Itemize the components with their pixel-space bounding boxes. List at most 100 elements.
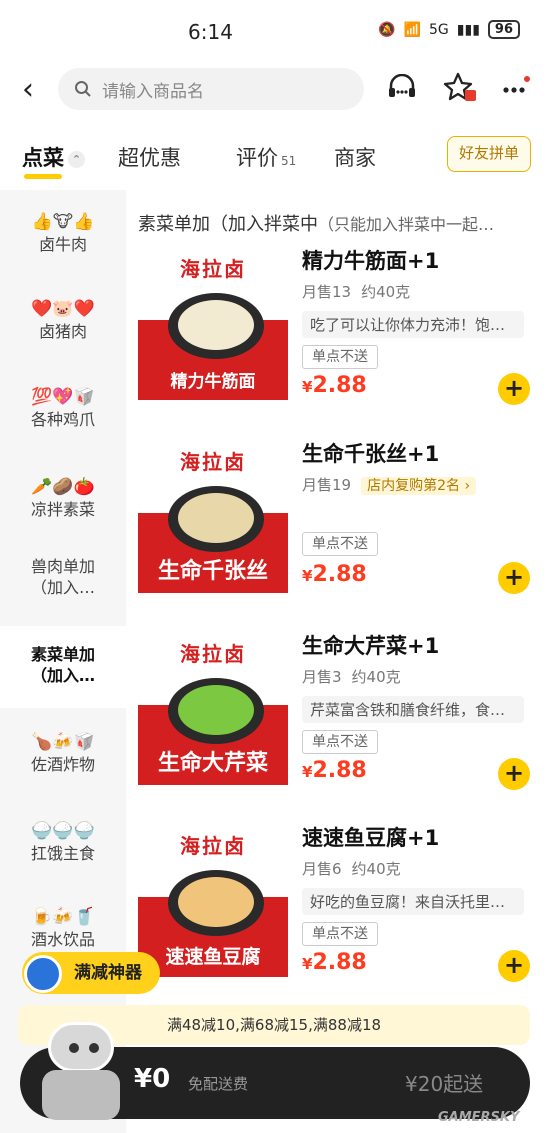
tab-order[interactable]: 点菜 ⌃: [22, 142, 85, 172]
product-card[interactable]: 海拉卤 速速鱼豆腐 速速鱼豆腐+1 月售6 约40克 好吃的鱼豆腐！来自沃托里… …: [126, 822, 550, 1012]
collapse-icon[interactable]: ⌃: [68, 150, 85, 168]
tab-active-indicator: [24, 174, 62, 179]
price-value: 2.88: [312, 758, 367, 783]
repurchase-rank-badge[interactable]: 店内复购第2名 ›: [361, 477, 477, 495]
sidebar-item-beef[interactable]: 👍🐮👍 卤牛肉: [0, 206, 126, 276]
product-meta: 月售13 约40克: [302, 281, 420, 302]
product-price: ¥2.88: [302, 562, 367, 587]
favorite-star-icon[interactable]: [442, 70, 478, 106]
no-delivery-tag: 单点不送: [302, 532, 378, 556]
tab-reviews-label: 评价: [236, 146, 278, 170]
product-price: ¥2.88: [302, 758, 367, 783]
product-card[interactable]: 海拉卤 精力牛筋面 精力牛筋面+1 月售13 约40克 吃了可以让你体力充沛！饱……: [126, 245, 550, 435]
add-to-cart-button[interactable]: +: [498, 562, 530, 594]
product-list: 素菜单加（加入拌菜中（只能加入拌菜中一起… 海拉卤 精力牛筋面 精力牛筋面+1 …: [126, 190, 550, 1133]
sidebar-label: 兽肉单加（加入…: [30, 557, 95, 597]
weight: 约40克: [351, 668, 401, 686]
product-name: 生命千张丝+1: [302, 442, 440, 466]
weight: 约40克: [361, 283, 411, 301]
product-description: 好吃的鱼豆腐！来自沃托里…: [302, 888, 524, 915]
robot-body: [42, 1070, 120, 1120]
product-price: ¥2.88: [302, 373, 367, 398]
sidebar-item-staple[interactable]: 🍚🍚🍚 扛饿主食: [0, 815, 126, 885]
product-description: 吃了可以让你体力充沛！饱…: [302, 311, 524, 338]
product-card[interactable]: 海拉卤 生命大芹菜 生命大芹菜+1 月售3 约40克 芹菜富含铁和膳食纤维，食… …: [126, 630, 550, 820]
sidebar-item-pork[interactable]: ❤️🐷❤️ 卤猪肉: [0, 293, 126, 363]
more-options-icon[interactable]: [497, 70, 533, 106]
product-image[interactable]: 海拉卤 生命大芹菜: [138, 630, 288, 785]
no-delivery-tag: 单点不送: [302, 345, 378, 369]
add-to-cart-button[interactable]: +: [498, 373, 530, 405]
sidebar-emoji: 👍🐮👍: [31, 212, 95, 232]
sidebar-item-cold-veg[interactable]: 🥕🥔🍅 凉拌素菜: [0, 471, 126, 541]
image-caption: 生命千张丝: [157, 559, 268, 584]
back-icon[interactable]: ‹: [22, 70, 52, 110]
cart-total: ¥0: [134, 1064, 171, 1094]
food-celery: [178, 685, 254, 735]
section-title-text: 素菜单加（加入拌菜中: [138, 214, 318, 235]
product-card[interactable]: 海拉卤 生命千张丝 生命千张丝+1 月售19 店内复购第2名 › 单点不送 ¥2.…: [126, 438, 550, 628]
sidebar-emoji: ❤️🐷❤️: [31, 299, 95, 319]
tab-deals[interactable]: 超优惠: [118, 142, 181, 172]
sidebar-label: 酒水饮品: [30, 930, 95, 949]
add-to-cart-button[interactable]: +: [498, 950, 530, 982]
customer-service-icon[interactable]: [384, 70, 420, 106]
product-image[interactable]: 海拉卤 精力牛筋面: [138, 245, 288, 400]
monthly-sales: 月售6: [302, 860, 342, 878]
wifi-icon: 📶: [403, 21, 422, 38]
price-value: 2.88: [312, 562, 367, 587]
sidebar-label: 各种鸡爪: [30, 410, 95, 429]
status-bar: 6:14 🔕 📶 5G ▮▮▮ 96: [0, 0, 550, 60]
watermark: GAMERSKY: [438, 1110, 520, 1125]
monthly-sales: 月售3: [302, 668, 342, 686]
food-tofu-strips: [178, 493, 254, 543]
sidebar-item-fried[interactable]: 🍗🍻🥡 佐酒炸物: [0, 726, 126, 796]
search-icon: [75, 81, 91, 97]
sidebar-label: 卤牛肉: [38, 235, 87, 254]
product-name: 精力牛筋面+1: [302, 249, 440, 273]
product-price: ¥2.88: [302, 950, 367, 975]
food-fish-tofu: [178, 877, 254, 927]
sidebar-label: 扛饿主食: [30, 844, 95, 863]
image-caption: 生命大芹菜: [157, 751, 268, 776]
tab-bar: 点菜 ⌃ 超优惠 评价 51 商家 好友拼单: [0, 130, 550, 186]
brand-logo-text: 海拉卤: [180, 257, 246, 281]
product-image[interactable]: 海拉卤 生命千张丝: [138, 438, 288, 593]
brand-logo-text: 海拉卤: [180, 450, 246, 474]
friend-order-button[interactable]: 好友拼单: [447, 136, 531, 172]
tab-reviews[interactable]: 评价 51: [236, 142, 296, 172]
food-noodles: [178, 300, 254, 350]
sidebar-label: 佐酒炸物: [30, 755, 95, 774]
product-image[interactable]: 海拉卤 速速鱼豆腐: [138, 822, 288, 977]
add-to-cart-button[interactable]: +: [498, 758, 530, 790]
sidebar-emoji: 🍺🍻🥤: [31, 907, 95, 927]
tab-merchant[interactable]: 商家: [334, 142, 376, 172]
image-caption: 速速鱼豆腐: [165, 946, 261, 968]
sidebar-item-chicken-feet[interactable]: 💯💖🥡 各种鸡爪: [0, 381, 126, 451]
search-input[interactable]: 请输入商品名: [58, 68, 364, 110]
brand-logo-text: 海拉卤: [180, 642, 246, 666]
price-value: 2.88: [312, 950, 367, 975]
tab-order-label: 点菜: [22, 146, 64, 170]
image-caption: 精力牛筋面: [170, 372, 256, 392]
battery-indicator: 96: [487, 20, 520, 39]
section-title: 素菜单加（加入拌菜中（只能加入拌菜中一起…: [138, 210, 538, 236]
price-value: 2.88: [312, 373, 367, 398]
sidebar-emoji: 🥕🥔🍅: [31, 477, 95, 497]
robot-mascot-icon: [24, 955, 62, 993]
monthly-sales: 月售13: [302, 283, 352, 301]
no-delivery-tag: 单点不送: [302, 730, 378, 754]
brand-logo-text: 海拉卤: [180, 834, 246, 858]
sidebar-emoji: 🍚🍚🍚: [31, 821, 95, 841]
sidebar-item-meat-addon[interactable]: 兽肉单加（加入…: [0, 556, 126, 620]
status-time: 6:14: [188, 20, 233, 44]
sidebar-item-veg-addon[interactable]: 素菜单加（加入…: [0, 626, 126, 708]
robot-head: [48, 1022, 114, 1072]
robot-eye: [69, 1043, 79, 1053]
status-icons: 🔕 📶 5G ▮▮▮ 96: [378, 20, 520, 39]
product-name: 生命大芹菜+1: [302, 634, 440, 658]
cart-robot-icon[interactable]: [38, 1022, 124, 1120]
product-meta: 月售19 店内复购第2名 ›: [302, 474, 486, 495]
sidebar-label: 卤猪肉: [38, 322, 87, 341]
network-label: 5G: [429, 21, 449, 38]
